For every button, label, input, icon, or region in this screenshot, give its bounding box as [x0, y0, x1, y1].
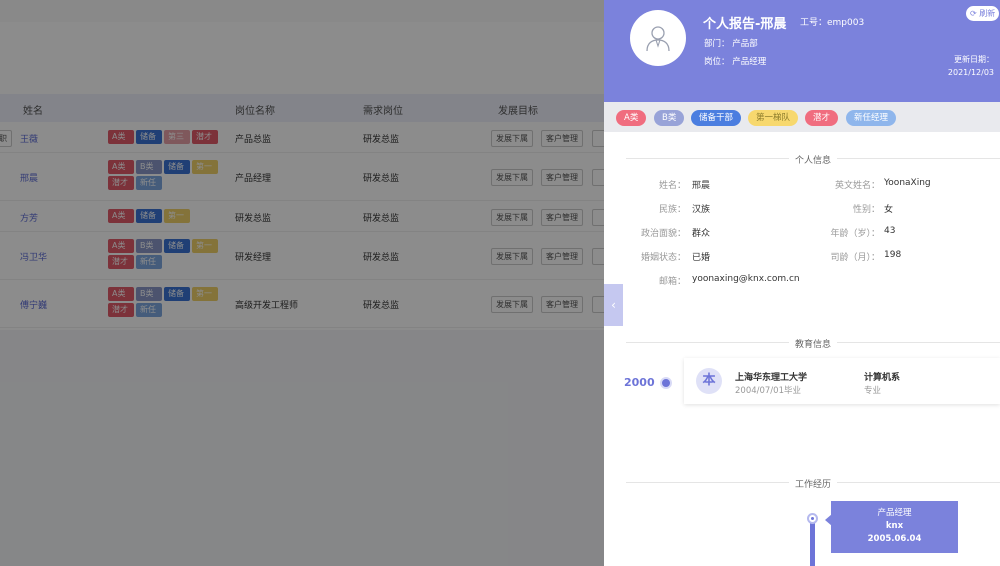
report-drawer: 个人报告-邢晨 工号：emp003 部门： 产品部 岗位： 产品经理 ⟳ 刷新 … [604, 0, 1000, 566]
employee-id: 工号：emp003 [800, 18, 865, 28]
work-date: 2005.06.04 [867, 534, 922, 544]
work-company: knx [885, 521, 904, 531]
tag-reserve: 储备干部 [691, 110, 742, 126]
political-label: 政治面貌： [640, 229, 686, 239]
school-name: 上海华东理工大学 [735, 373, 808, 383]
age-value: 43 [884, 226, 896, 236]
graduation-date: 2004/07/01毕业 [735, 386, 801, 396]
work-section-title: 工作经历 [626, 477, 1000, 490]
en-name-label: 英文姓名： [834, 181, 880, 191]
tag-bar: A类 B类 储备干部 第一梯队 潜才 新任经理 [604, 102, 1000, 132]
major-label: 专业 [864, 386, 882, 396]
user-icon [646, 26, 670, 52]
position: 岗位： 产品经理 [704, 57, 767, 67]
education-section-title: 教育信息 [626, 337, 1000, 350]
work-card: 产品经理 knx 2005.06.04 [831, 501, 958, 553]
personal-section-title: 个人信息 [626, 153, 1000, 166]
tag-b: B类 [654, 110, 685, 126]
name-value: 邢晨 [692, 181, 711, 191]
chevron-left-icon: ‹ [611, 298, 616, 312]
tag-tier: 第一梯队 [748, 110, 799, 126]
timeline-dot [660, 377, 672, 389]
refresh-button[interactable]: ⟳ 刷新 [966, 6, 1000, 21]
tenure-label: 司龄（月）： [830, 253, 880, 263]
avatar [630, 10, 686, 66]
name-label: 姓名： [658, 181, 686, 191]
political-value: 群众 [692, 229, 711, 239]
email-value: yoonaxing@knx.com.cn [692, 274, 800, 284]
tag-talent: 潜才 [805, 110, 839, 126]
refresh-label: 刷新 [979, 9, 996, 18]
gender-value: 女 [884, 205, 894, 215]
gender-label: 性别： [852, 205, 880, 215]
degree-badge: 本 [696, 368, 722, 394]
en-name-value: YoonaXing [884, 178, 931, 188]
ethnic-value: 汉族 [692, 205, 711, 215]
marital-label: 婚姻状态： [640, 253, 686, 263]
modal-overlay[interactable] [0, 0, 604, 566]
updated-date: 2021/12/03 [947, 68, 994, 77]
work-timeline [810, 520, 815, 566]
drawer-header: 个人报告-邢晨 工号：emp003 部门： 产品部 岗位： 产品经理 ⟳ 刷新 … [604, 0, 1000, 102]
tag-new-manager: 新任经理 [846, 110, 897, 126]
major-name: 计算机系 [864, 373, 901, 383]
work-timeline-dot [807, 513, 818, 524]
work-title: 产品经理 [877, 508, 912, 518]
department: 部门： 产品部 [704, 39, 758, 49]
ethnic-label: 民族： [658, 205, 686, 215]
education-year: 2000 [624, 376, 655, 389]
collapse-drawer-button[interactable]: ‹ [604, 284, 623, 326]
education-card: 本 上海华东理工大学 2004/07/01毕业 计算机系 专业 [684, 358, 1000, 404]
report-title: 个人报告-邢晨 [703, 17, 787, 32]
tenure-value: 198 [884, 250, 902, 260]
refresh-icon: ⟳ [970, 9, 977, 18]
marital-value: 已婚 [692, 253, 711, 263]
updated-label: 更新日期： [954, 55, 994, 64]
age-label: 年龄（岁）： [830, 229, 880, 239]
tag-a: A类 [616, 110, 647, 126]
